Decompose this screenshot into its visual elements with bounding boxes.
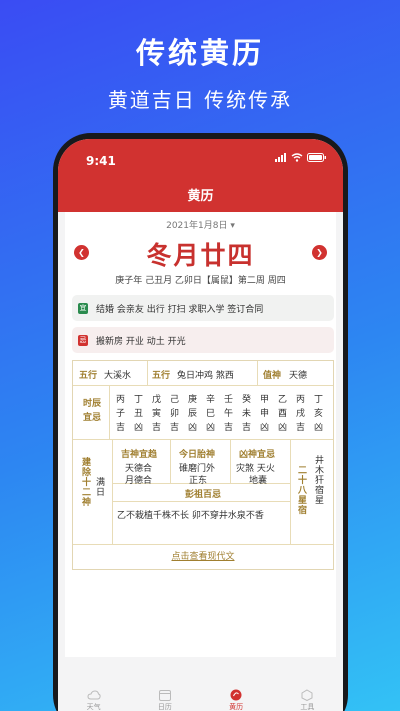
dropdown-icon: ▾ [230, 221, 235, 231]
taishen-value-2: 正东 [189, 476, 208, 486]
shichen-cell: 亥 [314, 409, 324, 419]
shichen-cell: 丙 [296, 395, 306, 405]
wuxing-value: 大溪水 [104, 371, 132, 381]
shichen-cell: 癸 [242, 395, 252, 405]
app-title: 黄历 [187, 189, 214, 204]
tools-icon [301, 689, 313, 701]
promo-title: 传统黄历 [135, 36, 264, 70]
shichen-cell: 吉 [152, 423, 162, 433]
shichen-cell: 寅 [152, 409, 162, 419]
lunar-date: 冬月廿四 [146, 241, 255, 270]
xiongshen-label: 凶神宜忌 [239, 450, 276, 460]
shichen-cell: 吉 [116, 423, 126, 433]
pengzu-value: 乙不栽植千株不长 卯不穿井水泉不香 [117, 511, 264, 521]
shichen-cell: 乙 [278, 395, 288, 405]
ji-row: 忌 搬新房 开业 动土 开光 [72, 327, 334, 353]
wifi-icon [291, 153, 303, 162]
zhishen-value: 天德 [289, 371, 308, 381]
calendar-icon [158, 690, 171, 701]
cloud-icon [87, 690, 101, 700]
shichen-cell: 凶 [314, 423, 324, 433]
wuxing2-value: 兔日冲鸡 煞西 [177, 371, 234, 381]
wuxing-label: 五行 [79, 371, 98, 381]
shichen-cell: 申 [260, 409, 270, 419]
tab-almanac[interactable]: 黄历 [206, 687, 266, 711]
shichen-cell: 凶 [260, 423, 270, 433]
shichen-cell: 辰 [188, 409, 198, 419]
shichen-cell: 吉 [170, 423, 180, 433]
xingxiu-label: 二十八星宿 [296, 465, 306, 515]
signal-icon [275, 153, 286, 162]
jishen-value-2: 月德合 [125, 476, 153, 486]
shichen-cell: 卯 [170, 409, 180, 419]
wuxing2-label: 五行 [152, 371, 171, 381]
ganzhi-line: 庚子年 己丑月 乙卯日【属鼠】第二周 周四 [115, 276, 286, 286]
date-selected: 2021年1月8日 [166, 221, 228, 231]
shichen-cell: 戌 [296, 409, 306, 419]
shichen-cell: 庚 [188, 395, 198, 405]
pengzu-label: 彭祖百忌 [185, 490, 222, 500]
xiongshen-value-2: 地囊 [249, 476, 268, 486]
modern-text-link[interactable]: 点击查看现代文 [73, 549, 333, 562]
almanac-icon [230, 689, 242, 701]
shichen-cell: 辛 [206, 395, 216, 405]
yi-row: 宜 结婚 会亲友 出行 打扫 求职入学 签订合同 [72, 295, 334, 321]
tab-tools[interactable]: 工具 [277, 687, 337, 711]
shichen-cell: 己 [170, 395, 180, 405]
shichen-cell: 吉 [242, 423, 252, 433]
date-selector[interactable]: 2021年1月8日 ▾ [65, 218, 336, 231]
almanac-grid: 五行 大溪水 五行 兔日冲鸡 煞西 值神 天德 时辰宜忌 丙子吉丁丑凶戊寅吉己卯… [72, 360, 334, 570]
phone-screen: 9:41 黄历 2021年1月8日 ▾ ❮ ❯ 冬月廿四 庚子年 己丑月 乙卯日… [58, 139, 343, 711]
shichen-label: 时辰宜忌 [82, 399, 101, 423]
shichen-cell: 吉 [224, 423, 234, 433]
shichen-cell: 酉 [278, 409, 288, 419]
shichen-cell: 吉 [296, 423, 306, 433]
shichen-cell: 丙 [116, 395, 126, 405]
almanac-card: 2021年1月8日 ▾ ❮ ❯ 冬月廿四 庚子年 己丑月 乙卯日【属鼠】第二周 … [65, 212, 336, 657]
shichen-cell: 凶 [206, 423, 216, 433]
promo-subtitle: 黄道吉日 传统传承 [107, 88, 293, 112]
shichen-cell: 子 [116, 409, 126, 419]
shichen-cell: 凶 [188, 423, 198, 433]
shichen-cell: 戊 [152, 395, 162, 405]
battery-icon [307, 153, 326, 162]
yi-items: 结婚 会亲友 出行 打扫 求职入学 签订合同 [96, 304, 264, 315]
zhishen-label: 值神 [263, 371, 282, 381]
shichen-cell: 壬 [224, 395, 234, 405]
yi-badge: 宜 [78, 302, 88, 314]
status-time: 9:41 [86, 154, 116, 168]
taishen-label: 今日胎神 [179, 450, 216, 460]
jishen-label: 吉神宜趋 [121, 450, 158, 460]
jianchu-value: 满日 [94, 477, 104, 497]
tab-bar: 天气 日历 黄历 工具 [58, 687, 343, 711]
shichen-cell: 甲 [260, 395, 270, 405]
shichen-cell: 凶 [134, 423, 144, 433]
shichen-cell: 午 [224, 409, 234, 419]
tab-weather[interactable]: 天气 [64, 687, 124, 711]
shichen-cell: 丑 [134, 409, 144, 419]
shichen-cell: 凶 [278, 423, 288, 433]
ji-items: 搬新房 开业 动土 开光 [96, 336, 186, 347]
shichen-cell: 巳 [206, 409, 216, 419]
app-header: 9:41 黄历 [58, 139, 343, 212]
status-icons [275, 153, 327, 162]
ji-badge: 忌 [78, 334, 88, 346]
xingxiu-value: 井木犴宿星 [313, 455, 323, 505]
jianchu-label: 建除十二神 [80, 457, 90, 507]
shichen-cell: 未 [242, 409, 252, 419]
shichen-cell: 丁 [314, 395, 324, 405]
tab-calendar[interactable]: 日历 [135, 687, 195, 711]
shichen-cell: 丁 [134, 395, 144, 405]
